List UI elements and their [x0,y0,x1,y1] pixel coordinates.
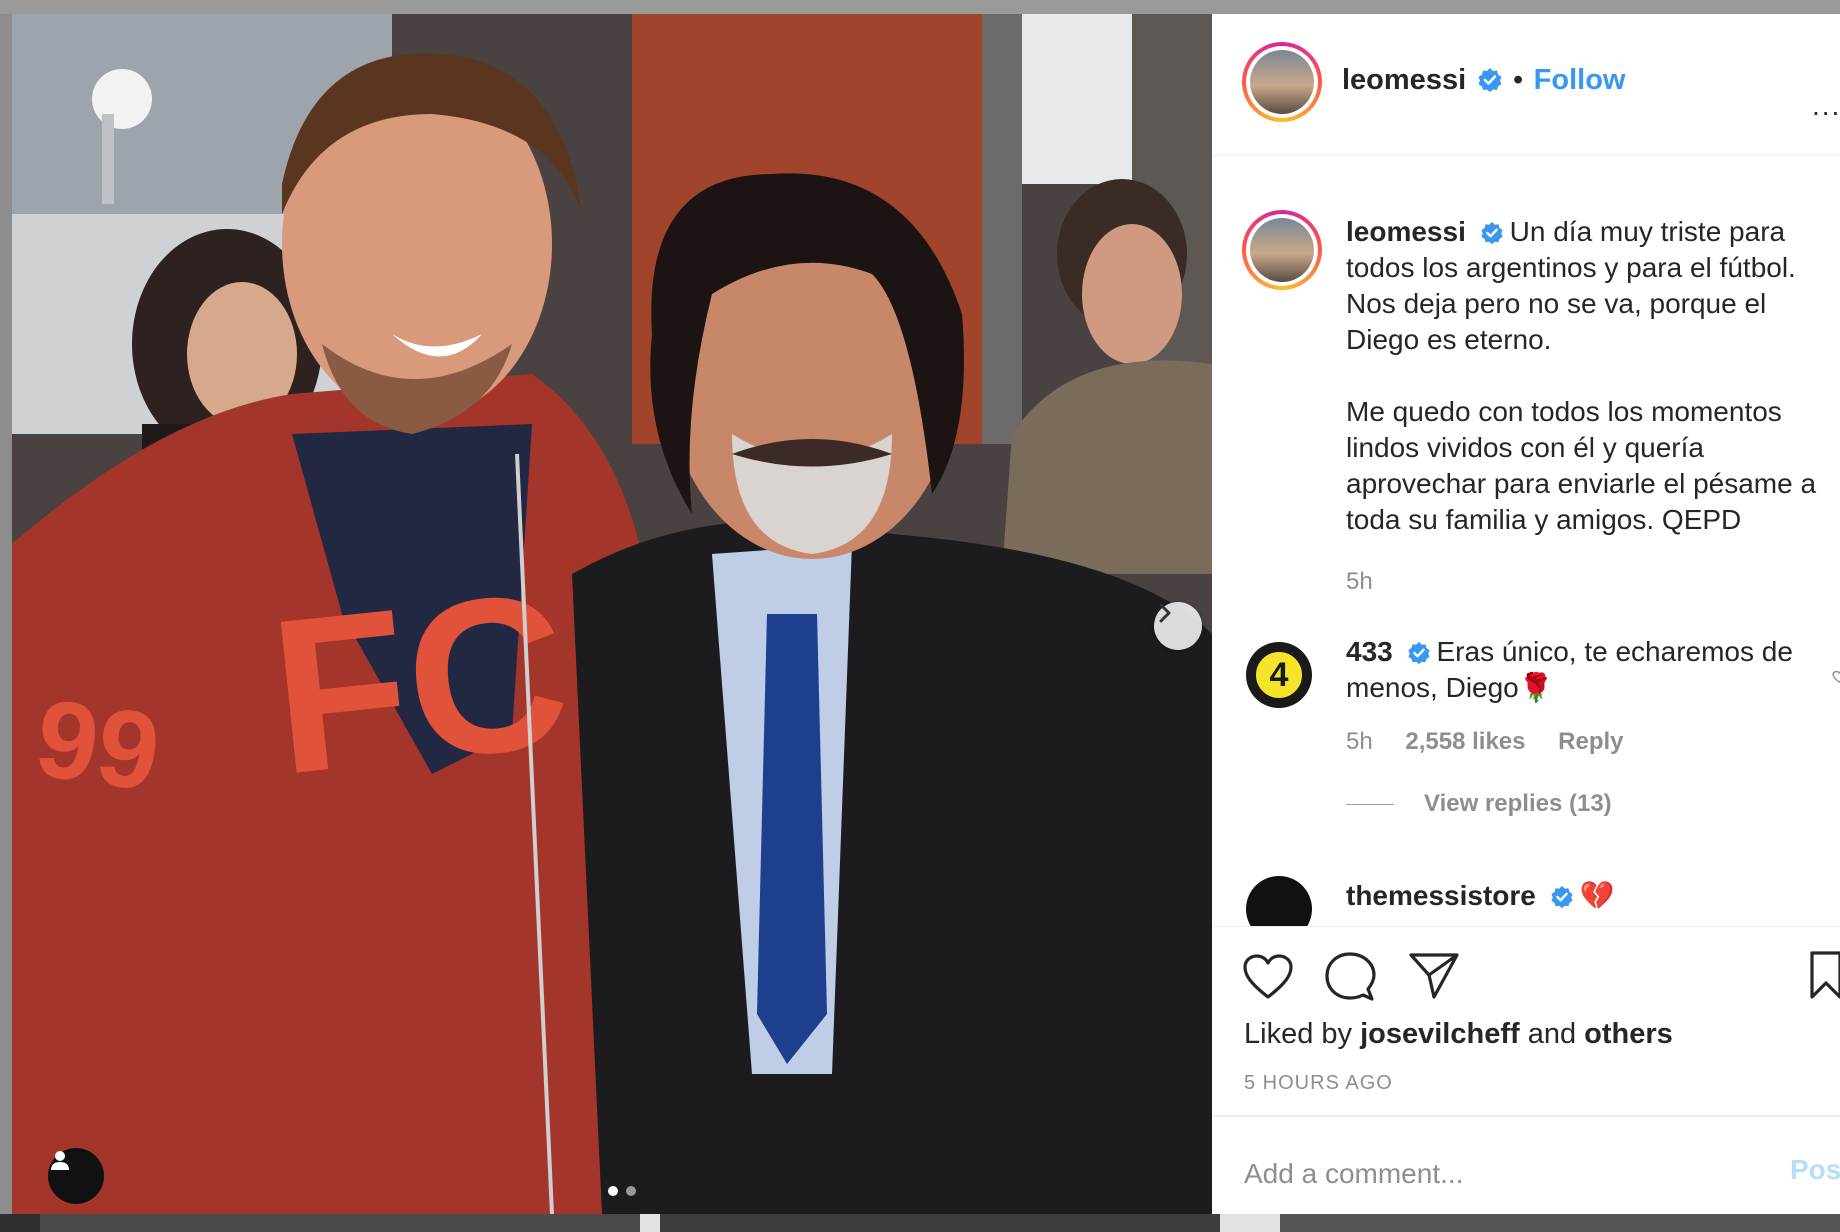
liked-by-others[interactable]: others [1584,1018,1673,1050]
comment-avatar-themessistore[interactable] [1246,876,1312,926]
post-photo[interactable]: FCB 99 [12,14,1212,1214]
post-time-ago[interactable]: 5 HOURS AGO [1244,1072,1393,1095]
post-header: leomessi • Follow ... [1212,14,1840,156]
verified-badge-icon [1407,641,1430,665]
save-bookmark-icon[interactable] [1808,949,1840,1001]
comment-username[interactable]: 433 [1346,636,1393,667]
caption-timestamp[interactable]: 5h [1346,568,1826,596]
view-replies-row[interactable]: View replies (13) [1346,790,1806,818]
caption-username[interactable]: leomessi [1346,216,1466,247]
avatar-logo-text: 4 [1253,649,1305,701]
next-slide-button[interactable] [1154,602,1202,650]
separator-dot: • [1513,64,1524,96]
liked-by: Liked by josevilcheff and others [1244,1018,1673,1051]
comment-like-heart-icon[interactable] [1832,670,1840,684]
divider [1212,1116,1840,1117]
like-heart-icon[interactable] [1242,953,1294,1001]
comment-avatar-433[interactable]: 4 [1246,642,1312,708]
post-comment-button[interactable]: Post [1790,1154,1840,1186]
more-options-button[interactable]: ... [1812,90,1840,122]
liked-by-and: and [1527,1018,1577,1050]
add-comment-input[interactable]: Add a comment... [1244,1158,1463,1190]
follow-button[interactable]: Follow [1534,64,1626,96]
verified-badge-icon [1481,221,1503,245]
replies-divider [1346,804,1394,806]
liked-by-user[interactable]: josevilcheff [1360,1018,1520,1050]
user-icon [51,1151,69,1170]
verified-badge-icon [1551,885,1573,909]
author-username[interactable]: leomessi [1342,64,1466,96]
comment-likes[interactable]: 2,558 likes [1405,728,1525,755]
verified-badge-icon [1478,68,1502,92]
view-replies-button[interactable]: View replies (13) [1424,790,1612,817]
caption: leomessi Un día muy triste para todos lo… [1346,214,1826,596]
comments-list[interactable]: leomessi Un día muy triste para todos lo… [1212,156,1840,926]
svg-text:99: 99 [29,676,167,815]
author-avatar[interactable] [1242,42,1322,122]
comment-433: 433 Eras único, te echaremos de menos, D… [1346,634,1806,818]
reply-button[interactable]: Reply [1558,728,1623,755]
carousel-indicator [608,1186,636,1196]
comment-username[interactable]: themessistore [1346,880,1536,911]
carousel-dot-active [608,1186,618,1196]
comment-timestamp[interactable]: 5h [1346,728,1373,755]
caption-avatar[interactable] [1242,210,1322,290]
background-thumbnails [0,1214,1840,1232]
comment-bubble-icon[interactable] [1324,951,1376,1003]
share-paper-plane-icon[interactable] [1408,951,1460,1001]
post-side-panel: leomessi • Follow ... leomessi Un día mu… [1212,14,1840,1214]
comment-themessistore: themessistore 💔 [1346,878,1806,914]
comment-text: 💔 [1579,880,1615,911]
carousel-dot [626,1186,636,1196]
liked-by-prefix: Liked by [1244,1018,1353,1050]
tagged-users-button[interactable] [48,1148,104,1204]
chevron-right-icon [1159,603,1171,623]
photo-illustration: FCB 99 [12,14,1212,1214]
caption-text-paragraph-2: Me quedo con todos los momentos lindos v… [1346,396,1817,535]
browser-top-strip [0,0,1840,14]
